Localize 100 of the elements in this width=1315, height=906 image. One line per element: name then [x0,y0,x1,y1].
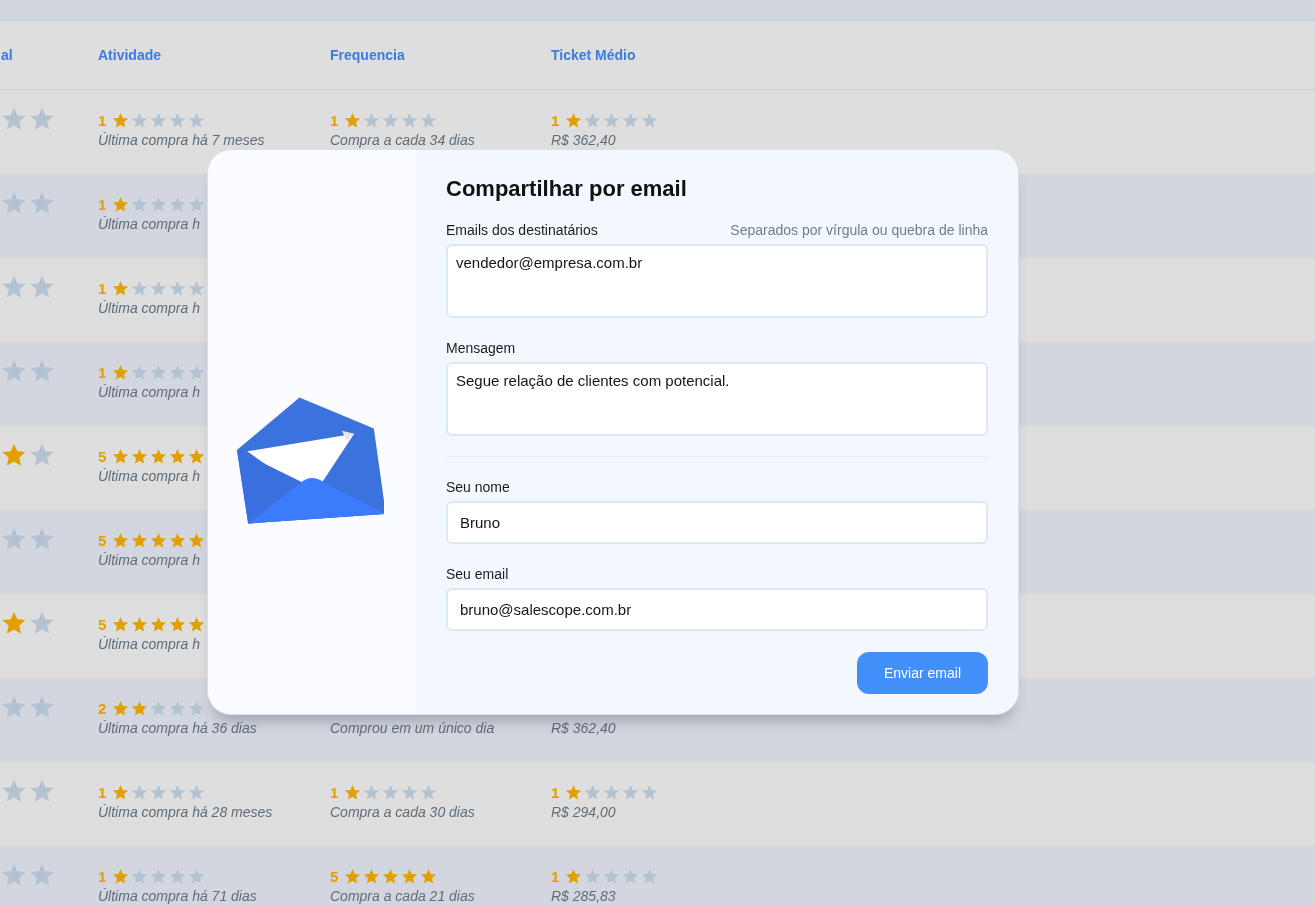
empty-star-icon [622,867,640,885]
empty-star-icon [131,867,149,885]
cell-note: Última compra h [98,216,201,232]
empty-star-icon [641,867,659,885]
rating-score: 5 [330,867,339,885]
empty-star-icon [131,111,149,129]
column-header[interactable]: Ticket Médio [551,47,636,63]
rating-score: 1 [551,783,560,801]
cell-note: Última compra h [98,300,201,316]
filled-star-icon [112,195,130,213]
empty-star-icon [382,111,400,129]
send-button[interactable]: Enviar email [857,652,988,694]
filled-star-icon [150,531,168,549]
empty-star-icon [169,195,187,213]
dialog-title: Compartilhar por email [446,176,688,202]
filled-star-icon [112,867,130,885]
cell-note: Última compra h [98,384,201,400]
empty-star-icon [131,279,149,297]
field-label: Seu nome [446,479,510,495]
cell-note: Última compra há 28 meses [98,804,274,820]
input-field[interactable]: Bruno [446,501,988,544]
filled-star-icon [169,447,187,465]
field-hint: Separados por vírgula ou quebra de linha [730,222,988,238]
empty-star-icon [622,783,640,801]
empty-star-icon [382,783,400,801]
cell-note: Última compra há 71 dias [98,888,258,904]
filled-star-icon [112,447,130,465]
empty-star-icon [131,363,149,381]
cell-note: Última compra h [98,552,201,568]
rating-score: 1 [98,111,107,129]
filled-star-icon [344,111,362,129]
filled-star-icon [112,363,130,381]
column-header[interactable]: Frequencia [330,47,405,63]
empty-star-icon [401,111,419,129]
filled-star-icon [188,531,206,549]
empty-star-icon [169,279,187,297]
filled-star-icon [150,447,168,465]
filled-star-icon [131,447,149,465]
rating-score: 1 [551,111,560,129]
filled-star-icon [344,867,362,885]
empty-star-icon [584,783,602,801]
text-area[interactable]: Segue relação de clientes com potencial. [446,362,988,436]
filled-star-icon [401,867,419,885]
cell-note: Última compra h [98,636,201,652]
filled-star-icon [131,615,149,633]
empty-star-icon [188,783,206,801]
empty-star-icon [188,195,206,213]
filled-star-icon [112,615,130,633]
filled-star-icon [188,615,206,633]
filled-star-icon [565,783,583,801]
cell-note: Compra a cada 30 dias [330,804,476,820]
cell-note: Compra a cada 21 dias [330,888,476,904]
empty-star-icon [150,111,168,129]
filled-star-icon [169,531,187,549]
filled-star-icon [420,867,438,885]
empty-star-icon [188,363,206,381]
cell-note: Compra a cada 34 dias [330,132,476,148]
empty-star-icon [131,195,149,213]
empty-star-icon [169,783,187,801]
rating-score: 1 [98,867,107,885]
empty-star-icon [363,783,381,801]
filled-star-icon [112,531,130,549]
filled-star-icon [363,867,381,885]
empty-star-icon [603,867,621,885]
rating-score: 2 [98,699,107,717]
cell-note: Comprou em um único dia [330,720,496,736]
filled-star-icon [188,447,206,465]
rating-score: 1 [98,363,107,381]
column-header[interactable]: al [1,47,13,63]
empty-star-icon [420,111,438,129]
filled-star-icon [112,699,130,717]
filled-star-icon [112,279,130,297]
filled-star-icon [169,615,187,633]
rating-score: 5 [98,531,107,549]
empty-star-icon [150,783,168,801]
empty-star-icon [150,279,168,297]
filled-star-icon [565,867,583,885]
empty-star-icon [363,111,381,129]
input-field[interactable]: bruno@salescope.com.br [446,588,988,631]
cell-note: Última compra h [98,468,201,484]
empty-star-icon [169,699,187,717]
filled-star-icon [131,531,149,549]
empty-star-icon [188,867,206,885]
rating-score: 5 [98,615,107,633]
rating-score: 1 [98,783,107,801]
empty-star-icon [169,867,187,885]
text-area[interactable]: vendedor@empresa.com.br [446,244,988,318]
filled-star-icon [150,615,168,633]
empty-star-icon [131,783,149,801]
field-label: Mensagem [446,340,516,356]
cell-note: Última compra há 36 dias [98,720,258,736]
empty-star-icon [150,867,168,885]
cell-note: R$ 362,40 [551,720,617,736]
empty-star-icon [420,783,438,801]
empty-star-icon [188,699,206,717]
cell-note: Última compra há 7 meses [98,132,266,148]
filled-star-icon [112,111,130,129]
rating-score: 1 [98,279,107,297]
column-header[interactable]: Atividade [98,47,161,63]
cell-note: R$ 362,40 [551,132,617,148]
